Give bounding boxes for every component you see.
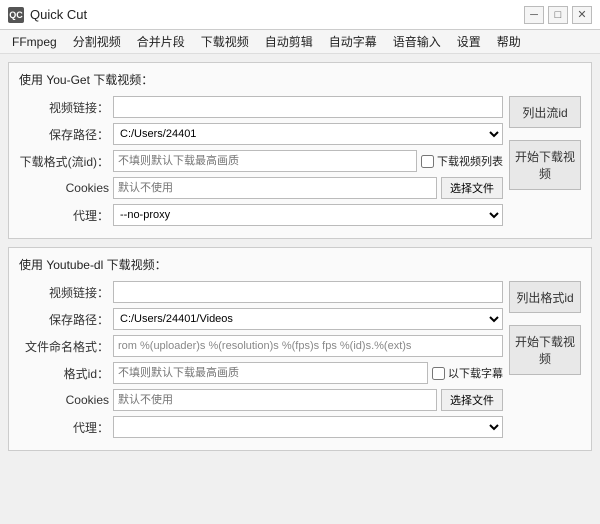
- menu-item-自动字幕[interactable]: 自动字幕: [321, 31, 385, 52]
- menu-item-自动剪辑[interactable]: 自动剪辑: [257, 31, 321, 52]
- youget-proxy-label: 代理：: [19, 207, 109, 224]
- youget-cookies-row: Cookies 选择文件: [19, 177, 503, 199]
- youtubedl-proxy-select[interactable]: [113, 416, 503, 438]
- title-bar-left: QC Quick Cut: [8, 7, 87, 23]
- maximize-button[interactable]: □: [548, 6, 568, 24]
- youtubedl-section-title: 使用 Youtube-dl 下载视频：: [19, 256, 581, 273]
- youtubedl-list-format-btn[interactable]: 列出格式id: [509, 281, 581, 313]
- youtubedl-cookies-btn[interactable]: 选择文件: [441, 389, 503, 411]
- youget-url-label: 视频链接：: [19, 99, 109, 116]
- youget-section: 使用 You-Get 下载视频： 视频链接： 保存路径： C:/Users/24…: [8, 62, 592, 239]
- youtubedl-filename-row: 文件命名格式：: [19, 335, 503, 357]
- app-title: Quick Cut: [30, 7, 87, 22]
- youtubedl-path-select[interactable]: C:/Users/24401/Videos: [113, 308, 503, 330]
- youtubedl-start-download-btn[interactable]: 开始下载视频: [509, 325, 581, 375]
- menu-item-分割视频[interactable]: 分割视频: [65, 31, 129, 52]
- youget-cookies-input[interactable]: [113, 177, 437, 199]
- youtubedl-url-label: 视频链接：: [19, 284, 109, 301]
- minimize-button[interactable]: ─: [524, 6, 544, 24]
- youtubedl-formatid-input[interactable]: [113, 362, 428, 384]
- youget-inner: 视频链接： 保存路径： C:/Users/24401 下载格式(流id)：: [19, 96, 581, 226]
- youtubedl-inner: 视频链接： 保存路径： C:/Users/24401/Videos 文件命名格式…: [19, 281, 581, 438]
- app-icon: QC: [8, 7, 24, 23]
- youtubedl-url-row: 视频链接：: [19, 281, 503, 303]
- youget-cookies-btn[interactable]: 选择文件: [441, 177, 503, 199]
- youtubedl-subtitle-checkbox[interactable]: [432, 367, 445, 380]
- youget-format-label: 下载格式(流id)：: [19, 153, 109, 170]
- youtubedl-section: 使用 Youtube-dl 下载视频： 视频链接： 保存路径： C:/Users…: [8, 247, 592, 451]
- youget-proxy-row: 代理： --no-proxy: [19, 204, 503, 226]
- menu-item-设置[interactable]: 设置: [449, 31, 489, 52]
- youtubedl-form: 视频链接： 保存路径： C:/Users/24401/Videos 文件命名格式…: [19, 281, 503, 438]
- menu-item-FFmpeg[interactable]: FFmpeg: [4, 33, 65, 51]
- youget-cookies-label: Cookies: [19, 181, 109, 195]
- youget-btn-group: 列出流id 开始下载视频: [509, 96, 581, 226]
- youtubedl-formatid-label: 格式id：: [19, 365, 109, 382]
- youget-start-download-btn[interactable]: 开始下载视频: [509, 140, 581, 190]
- youtubedl-path-row: 保存路径： C:/Users/24401/Videos: [19, 308, 503, 330]
- youtubedl-url-input[interactable]: [113, 281, 503, 303]
- youget-proxy-select[interactable]: --no-proxy: [113, 204, 503, 226]
- youtubedl-filename-input[interactable]: [113, 335, 503, 357]
- title-bar-controls: ─ □ ✕: [524, 6, 592, 24]
- youget-url-input[interactable]: [113, 96, 503, 118]
- youget-list-stream-btn[interactable]: 列出流id: [509, 96, 581, 128]
- youtubedl-filename-label: 文件命名格式：: [19, 338, 109, 355]
- youget-format-row: 下载格式(流id)： 下载视频列表: [19, 150, 503, 172]
- youtubedl-proxy-label: 代理：: [19, 419, 109, 436]
- youtubedl-cookies-input[interactable]: [113, 389, 437, 411]
- menu-item-语音输入[interactable]: 语音输入: [385, 31, 449, 52]
- title-bar: QC Quick Cut ─ □ ✕: [0, 0, 600, 30]
- youget-url-row: 视频链接：: [19, 96, 503, 118]
- menu-item-下载视频[interactable]: 下载视频: [193, 31, 257, 52]
- youget-form: 视频链接： 保存路径： C:/Users/24401 下载格式(流id)：: [19, 96, 503, 226]
- youtubedl-btn-group: 列出格式id 开始下载视频: [509, 281, 581, 438]
- youget-section-title: 使用 You-Get 下载视频：: [19, 71, 581, 88]
- youget-format-input[interactable]: [113, 150, 417, 172]
- youtubedl-cookies-label: Cookies: [19, 393, 109, 407]
- youget-path-row: 保存路径： C:/Users/24401: [19, 123, 503, 145]
- menu-bar: FFmpeg分割视频合并片段下载视频自动剪辑自动字幕语音输入设置帮助: [0, 30, 600, 54]
- youget-playlist-checkbox[interactable]: [421, 155, 434, 168]
- close-button[interactable]: ✕: [572, 6, 592, 24]
- youtubedl-path-label: 保存路径：: [19, 311, 109, 328]
- content-area: 使用 You-Get 下载视频： 视频链接： 保存路径： C:/Users/24…: [0, 54, 600, 524]
- youtubedl-subtitle-label: 以下载字幕: [432, 365, 503, 381]
- youget-path-label: 保存路径：: [19, 126, 109, 143]
- youget-playlist-label: 下载视频列表: [421, 153, 503, 169]
- youget-path-select[interactable]: C:/Users/24401: [113, 123, 503, 145]
- menu-item-合并片段[interactable]: 合并片段: [129, 31, 193, 52]
- youtubedl-cookies-row: Cookies 选择文件: [19, 389, 503, 411]
- youtubedl-formatid-row: 格式id： 以下载字幕: [19, 362, 503, 384]
- youtubedl-proxy-row: 代理：: [19, 416, 503, 438]
- menu-item-帮助[interactable]: 帮助: [489, 31, 529, 52]
